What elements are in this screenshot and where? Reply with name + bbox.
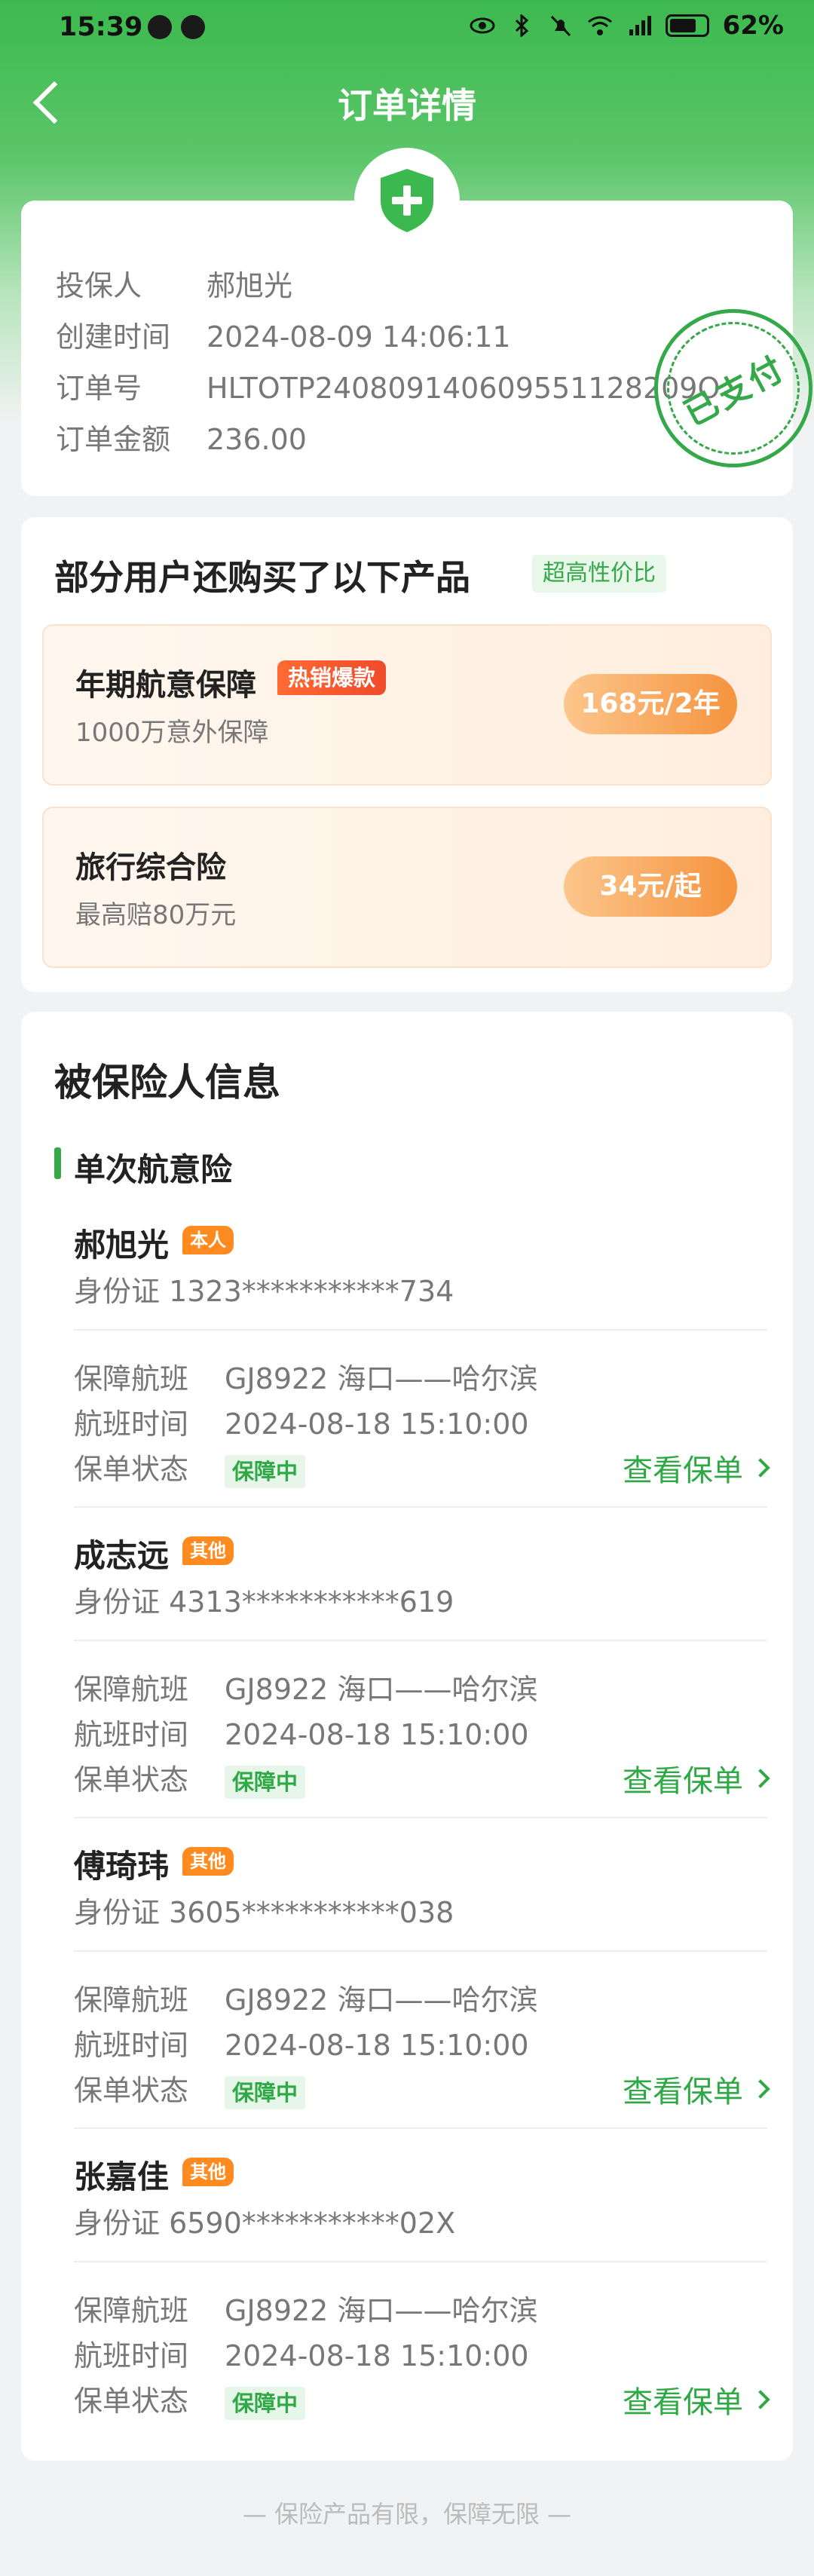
value-tag: 超高性价比 [532, 555, 666, 593]
wifi-icon [587, 16, 612, 35]
divider [74, 2261, 767, 2262]
person-name: 郝旭光 [74, 1227, 170, 1263]
promo-title: 部分用户还购买了以下产品 [54, 557, 470, 598]
insured-person: 郝旭光 本人 身份证 1323***********734 保障航班 GJ8922… [21, 1220, 793, 1530]
policy-holder-row: 投保人 郝旭光 [56, 269, 293, 302]
product-desc: 1000万意外保障 [75, 718, 269, 748]
policy-status-row: 保单状态 保障中 [74, 2378, 306, 2420]
person-name: 成志远 [74, 1537, 170, 1574]
person-tag: 其他 [182, 1536, 234, 1565]
flight-row: 保障航班 GJ8922 海口——哈尔滨 [74, 2294, 538, 2327]
insured-person: 成志远 其他 身份证 4313***********619 保障航班 GJ8922… [21, 1530, 793, 1841]
chevron-right-icon [751, 1769, 770, 1788]
eye-icon [470, 17, 495, 34]
view-policy-link[interactable]: 查看保单 [623, 1446, 770, 1490]
shield-icon [354, 148, 460, 253]
person-name: 张嘉佳 [74, 2158, 170, 2195]
flight-time-row: 航班时间 2024-08-18 15:10:00 [74, 1718, 529, 1751]
policy-status-row: 保单状态 保障中 [74, 1757, 306, 1799]
view-policy-link[interactable]: 查看保单 [623, 1757, 770, 1800]
flight-time-row: 航班时间 2024-08-18 15:10:00 [74, 1407, 529, 1441]
created-time-value: 2024-08-09 14:06:11 [207, 320, 511, 354]
divider [74, 1506, 767, 1508]
paid-stamp: 已支付 [626, 280, 814, 496]
order-amount-row: 订单金额 236.00 [56, 423, 307, 456]
product-name: 旅行综合险 [75, 850, 226, 885]
wechat-icon [181, 15, 205, 39]
status-bar: 15:39 62% [0, 0, 814, 60]
divider [74, 1950, 767, 1952]
flight-row: 保障航班 GJ8922 海口——哈尔滨 [74, 1673, 538, 1706]
mute-bell-icon [550, 15, 571, 37]
insured-person: 张嘉佳 其他 身份证 6590***********02X 保障航班 GJ8922… [21, 2152, 793, 2462]
insured-subtitle: 单次航意险 [74, 1151, 233, 1188]
view-policy-link[interactable]: 查看保单 [623, 2378, 770, 2421]
status-time: 15:39 [59, 12, 143, 42]
product-annual-flight[interactable]: 年期航意保障 热销爆款 1000万意外保障 168元/2年 [42, 624, 772, 786]
footer-slogan: — 保险产品有限，保障无限 — [242, 2500, 572, 2529]
battery-icon [665, 14, 709, 37]
insured-section-title: 被保险人信息 [54, 1061, 280, 1104]
price-button[interactable]: 168元/2年 [564, 674, 737, 734]
person-name: 傅琦玮 [74, 1848, 170, 1885]
divider [74, 2127, 767, 2129]
subtitle-accent-bar [54, 1147, 61, 1179]
product-name: 年期航意保障 [75, 668, 256, 703]
status-badge: 保障中 [225, 2386, 306, 2420]
status-badge: 保障中 [225, 1765, 306, 1799]
person-id: 身份证 3605***********038 [74, 1896, 454, 1929]
person-id: 身份证 4313***********619 [74, 1585, 454, 1619]
policy-status-row: 保单状态 保障中 [74, 2067, 306, 2109]
product-travel-insurance[interactable]: 旅行综合险 最高赔80万元 34元/起 [42, 807, 772, 968]
order-number-value: HLTOTP240809140609551128209O [207, 372, 721, 405]
status-right: 62% [470, 11, 784, 41]
person-id: 身份证 1323***********734 [74, 1275, 454, 1308]
status-badge: 保障中 [225, 1454, 306, 1488]
policy-holder-value: 郝旭光 [207, 269, 293, 302]
person-tag: 其他 [182, 1847, 234, 1876]
chevron-right-icon [751, 2390, 770, 2409]
divider [74, 1640, 767, 1641]
chevron-right-icon [751, 2079, 770, 2099]
recommended-products-card: 部分用户还购买了以下产品 超高性价比 年期航意保障 热销爆款 1000万意外保障… [21, 517, 793, 992]
battery-percent: 62% [722, 11, 784, 41]
product-desc: 最高赔80万元 [75, 900, 237, 930]
bluetooth-icon [515, 14, 528, 37]
order-number-row: 订单号 HLTOTP240809140609551128209O [56, 372, 721, 405]
qq-icon [148, 15, 172, 39]
page-title: 订单详情 [338, 85, 476, 126]
price-button[interactable]: 34元/起 [564, 856, 737, 917]
flight-row: 保障航班 GJ8922 海口——哈尔滨 [74, 1983, 538, 2017]
divider [74, 1329, 767, 1331]
flight-row: 保障航班 GJ8922 海口——哈尔滨 [74, 1362, 538, 1395]
flight-time-row: 航班时间 2024-08-18 15:10:00 [74, 2029, 529, 2062]
person-id: 身份证 6590***********02X [74, 2207, 456, 2240]
person-tag: 本人 [182, 1226, 234, 1254]
hot-badge: 热销爆款 [277, 660, 387, 695]
insured-info-card: 被保险人信息 单次航意险 郝旭光 本人 身份证 1323***********7… [21, 1012, 793, 2461]
status-badge: 保障中 [225, 2075, 306, 2109]
policy-status-row: 保单状态 保障中 [74, 1446, 306, 1488]
view-policy-link[interactable]: 查看保单 [623, 2067, 770, 2111]
flight-time-row: 航班时间 2024-08-18 15:10:00 [74, 2339, 529, 2372]
signal-icon [629, 16, 651, 35]
person-tag: 其他 [182, 2158, 234, 2186]
notification-icons [148, 15, 205, 39]
insured-person: 傅琦玮 其他 身份证 3605***********038 保障航班 GJ8922… [21, 1841, 793, 2152]
created-time-row: 创建时间 2024-08-09 14:06:11 [56, 320, 511, 354]
order-amount-value: 236.00 [207, 423, 307, 456]
divider [74, 1817, 767, 1818]
chevron-right-icon [751, 1458, 770, 1478]
